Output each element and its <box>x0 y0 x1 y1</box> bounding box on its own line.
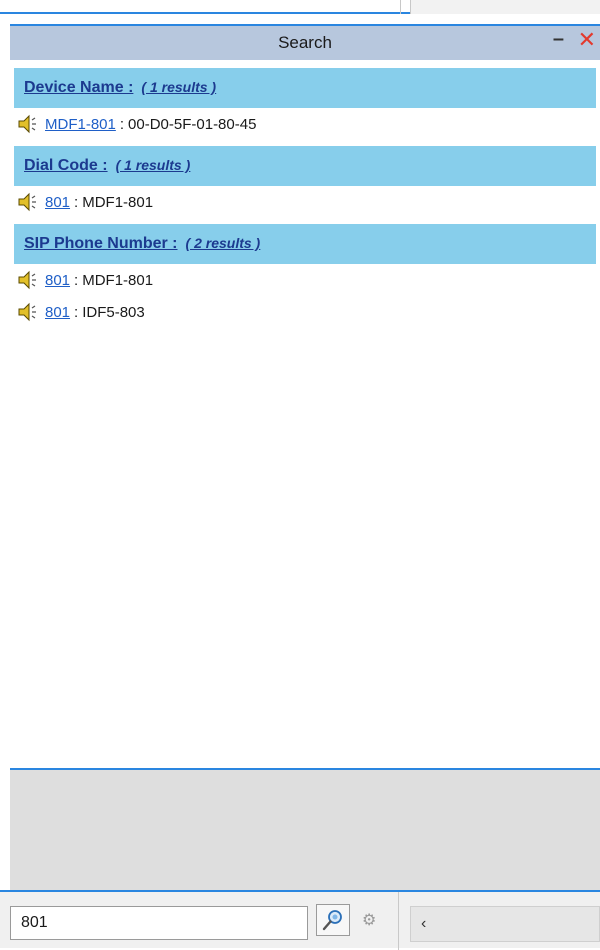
result-row: MDF1-801 : 00-D0-5F-01-80-45 <box>14 108 596 140</box>
search-bar: ⚙ ‹ <box>0 890 600 950</box>
group-header-dial-code[interactable]: Dial Code : ( 1 results ) <box>14 146 596 186</box>
divider <box>400 0 401 14</box>
result-detail: MDF1-801 <box>82 271 154 289</box>
group-title: Device Name : <box>24 79 134 96</box>
panel-title: Search <box>278 33 332 52</box>
search-input[interactable] <box>10 906 308 940</box>
result-link[interactable]: MDF1-801 <box>45 116 116 133</box>
result-separator: : <box>119 115 125 133</box>
horizontal-scrollbar[interactable]: ‹ <box>410 906 600 942</box>
top-divider <box>0 12 410 14</box>
result-row: 801 : MDF1-801 <box>14 264 596 296</box>
background-fragment <box>410 0 600 14</box>
speaker-icon <box>18 192 36 212</box>
group-title: SIP Phone Number : <box>24 235 178 252</box>
result-row: 801 : MDF1-801 <box>14 186 596 218</box>
speaker-icon <box>18 302 36 322</box>
scroll-left-icon[interactable]: ‹ <box>421 915 426 933</box>
close-button[interactable]: ✕ <box>578 27 596 53</box>
group-count: ( 1 results ) <box>141 79 217 95</box>
details-pane <box>10 768 600 890</box>
search-results: Device Name : ( 1 results ) MDF1-801 : 00… <box>14 68 596 328</box>
result-link[interactable]: 801 <box>45 194 70 211</box>
minimize-button[interactable]: – <box>553 28 564 51</box>
result-detail: IDF5-803 <box>82 303 145 321</box>
divider <box>398 892 399 950</box>
result-separator: : <box>74 193 79 211</box>
top-strip <box>0 0 600 14</box>
group-count: ( 2 results ) <box>185 235 261 251</box>
magnifier-icon <box>322 910 342 931</box>
result-link[interactable]: 801 <box>45 272 70 289</box>
group-title: Dial Code : <box>24 157 108 174</box>
speaker-icon <box>18 270 36 290</box>
result-detail: 00-D0-5F-01-80-45 <box>128 115 257 133</box>
result-separator: : <box>74 303 79 321</box>
group-count: ( 1 results ) <box>115 157 191 173</box>
result-detail: MDF1-801 <box>82 193 154 211</box>
result-row: 801 : IDF5-803 <box>14 296 596 328</box>
group-header-sip-phone-number[interactable]: SIP Phone Number : ( 2 results ) <box>14 224 596 264</box>
search-button[interactable] <box>316 904 350 936</box>
search-panel-header: Search – ✕ <box>10 24 600 60</box>
gear-icon[interactable]: ⚙ <box>362 910 376 930</box>
result-separator: : <box>74 271 79 289</box>
result-link[interactable]: 801 <box>45 304 70 321</box>
group-header-device-name[interactable]: Device Name : ( 1 results ) <box>14 68 596 108</box>
speaker-icon <box>18 114 36 134</box>
